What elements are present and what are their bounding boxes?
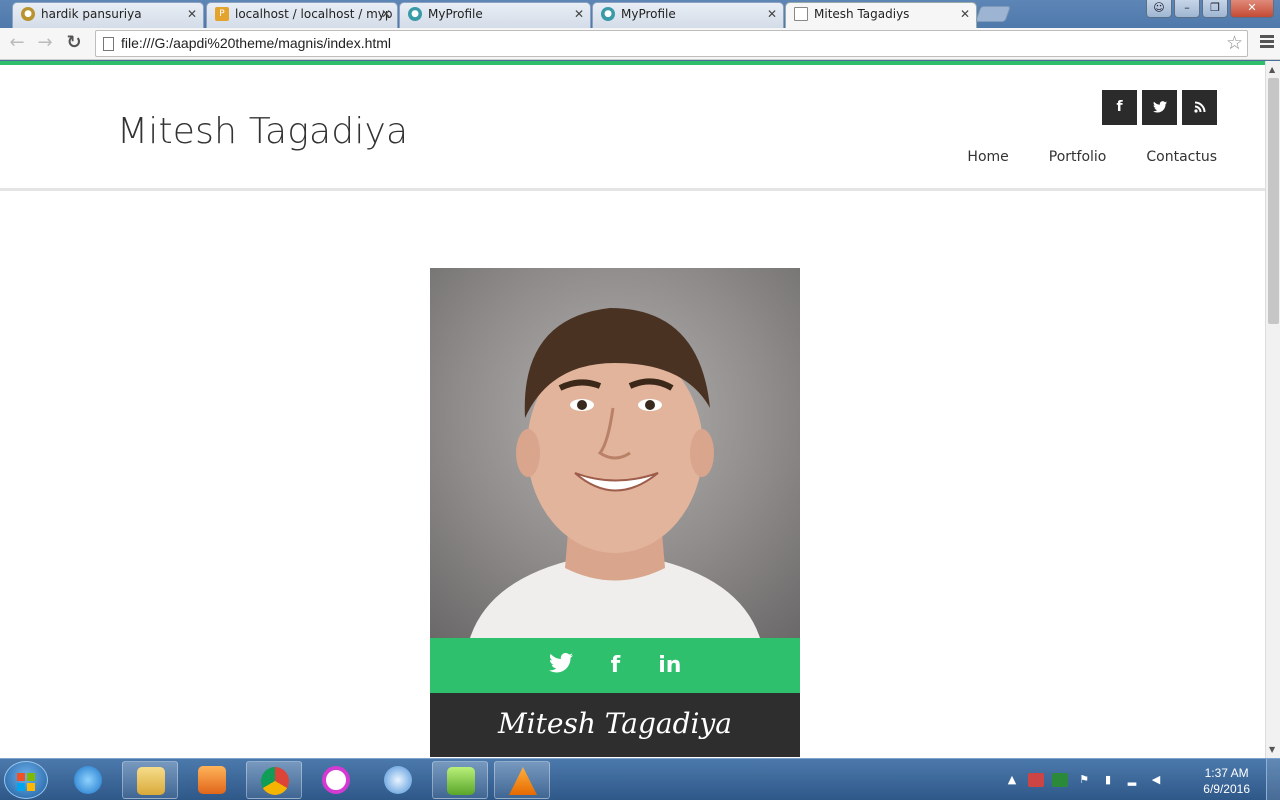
maximize-button[interactable]: ❐ bbox=[1202, 0, 1228, 18]
reload-button[interactable]: ↻ bbox=[62, 32, 86, 56]
taskbar-file-explorer[interactable] bbox=[122, 761, 178, 799]
clock-date: 6/9/2016 bbox=[1203, 782, 1250, 796]
tab-title: MyProfile bbox=[428, 7, 483, 21]
tab-localhost[interactable]: P localhost / localhost / myp ✕ bbox=[206, 2, 398, 28]
volume-icon[interactable]: ◀ bbox=[1148, 773, 1164, 787]
chevron-up-icon[interactable]: ▲ bbox=[1004, 773, 1020, 787]
page-scrollbar[interactable]: ▲ ▼ bbox=[1265, 61, 1280, 758]
taskbar-chrome[interactable] bbox=[246, 761, 302, 799]
page-icon bbox=[103, 37, 114, 51]
network-signal-icon[interactable]: ▂ bbox=[1124, 773, 1140, 787]
chrome-icon bbox=[261, 767, 289, 795]
app-tray-icon[interactable] bbox=[1028, 773, 1044, 787]
tab-title: MyProfile bbox=[621, 7, 676, 21]
taskbar-internet-explorer[interactable] bbox=[60, 761, 116, 799]
browser-tabstrip: ● hardik pansuriya ✕ P localhost / local… bbox=[0, 0, 1280, 29]
chrome-menu-icon[interactable] bbox=[1260, 33, 1274, 53]
linkedin-icon[interactable]: in bbox=[658, 653, 681, 678]
profile-card: f in Mitesh Tagadiya bbox=[430, 268, 800, 757]
nav-contactus[interactable]: Contactus bbox=[1146, 149, 1217, 165]
close-icon[interactable]: ✕ bbox=[960, 3, 970, 25]
facebook-icon[interactable]: f bbox=[1102, 90, 1137, 125]
tab-hardik-pansuriya[interactable]: ● hardik pansuriya ✕ bbox=[12, 2, 204, 28]
tab-title: hardik pansuriya bbox=[41, 7, 142, 21]
power-icon[interactable]: ▮ bbox=[1100, 773, 1116, 787]
nav-home[interactable]: Home bbox=[967, 149, 1008, 165]
card-social-bar: f in bbox=[430, 638, 800, 693]
scrollbar-thumb[interactable] bbox=[1268, 78, 1279, 324]
forward-button[interactable]: → bbox=[33, 32, 57, 56]
user-icon[interactable]: ☺ bbox=[1146, 0, 1172, 18]
header-social-links: f bbox=[1102, 90, 1217, 125]
wamp-tray-icon[interactable] bbox=[1052, 773, 1068, 787]
scroll-down-icon[interactable]: ▼ bbox=[1269, 745, 1275, 754]
tray-icons: ▲ ⚑ ▮ ▂ ◀ bbox=[1004, 773, 1164, 787]
taskbar-vlc[interactable] bbox=[494, 761, 550, 799]
url-text: file:///G:/aapdi%20theme/magnis/index.ht… bbox=[121, 35, 392, 51]
card-name: Mitesh Tagadiya bbox=[430, 693, 800, 757]
windows-taskbar: ▲ ⚑ ▮ ▂ ◀ 1:37 AM 6/9/2016 bbox=[0, 758, 1280, 800]
taskbar-notepad-plus[interactable] bbox=[432, 761, 488, 799]
scroll-up-icon[interactable]: ▲ bbox=[1269, 65, 1275, 74]
rss-icon[interactable] bbox=[1182, 90, 1217, 125]
profile-photo bbox=[430, 268, 800, 638]
folder-icon bbox=[137, 767, 165, 795]
chrome-circle-icon: ● bbox=[21, 7, 35, 21]
site-title[interactable]: Mitesh Tagadiya bbox=[117, 111, 408, 152]
site-header: Mitesh Tagadiya f Home Portfolio Contact… bbox=[0, 65, 1265, 191]
minimize-button[interactable]: – bbox=[1174, 0, 1200, 18]
tab-myprofile-2[interactable]: ● MyProfile ✕ bbox=[592, 2, 784, 28]
back-button[interactable]: ← bbox=[5, 32, 29, 56]
close-icon[interactable]: ✕ bbox=[574, 3, 584, 25]
tab-mitesh-tagadiys[interactable]: Mitesh Tagadiys ✕ bbox=[785, 2, 977, 29]
clock-time: 1:37 AM bbox=[1204, 766, 1249, 780]
phpmyadmin-icon: P bbox=[215, 7, 229, 21]
browser-toolbar: ← → ↻ file:///G:/aapdi%20theme/magnis/in… bbox=[0, 28, 1280, 60]
close-window-button[interactable]: ✕ bbox=[1230, 0, 1274, 18]
address-bar[interactable]: file:///G:/aapdi%20theme/magnis/index.ht… bbox=[95, 30, 1248, 57]
wamp-icon bbox=[322, 766, 350, 794]
internet-explorer-icon bbox=[74, 766, 102, 794]
window-controls: ☺ – ❐ ✕ bbox=[1146, 0, 1274, 18]
twitter-icon[interactable] bbox=[1142, 90, 1177, 125]
globe-icon: ● bbox=[408, 7, 422, 21]
main-nav: Home Portfolio Contactus bbox=[967, 149, 1217, 165]
page-viewport: Mitesh Tagadiya f Home Portfolio Contact… bbox=[0, 61, 1265, 758]
compass-icon bbox=[384, 766, 412, 794]
twitter-icon[interactable] bbox=[548, 652, 573, 679]
show-desktop-button[interactable] bbox=[1266, 759, 1280, 800]
bookmark-star-icon[interactable]: ☆ bbox=[1226, 32, 1243, 54]
vlc-cone-icon bbox=[509, 767, 537, 795]
media-player-icon bbox=[198, 766, 226, 794]
taskbar-wamp[interactable] bbox=[308, 761, 364, 799]
taskbar-safari[interactable] bbox=[370, 761, 426, 799]
globe-icon: ● bbox=[601, 7, 615, 21]
tab-title: Mitesh Tagadiys bbox=[814, 7, 910, 21]
nav-portfolio[interactable]: Portfolio bbox=[1049, 149, 1107, 165]
tab-myprofile-1[interactable]: ● MyProfile ✕ bbox=[399, 2, 591, 28]
new-tab-button[interactable] bbox=[975, 6, 1011, 22]
close-icon[interactable]: ✕ bbox=[767, 3, 777, 25]
tab-title: localhost / localhost / myp bbox=[235, 7, 393, 21]
page-icon bbox=[794, 7, 808, 21]
action-center-flag-icon[interactable]: ⚑ bbox=[1076, 773, 1092, 787]
facebook-icon[interactable]: f bbox=[611, 653, 621, 678]
close-icon[interactable]: ✕ bbox=[187, 3, 197, 25]
taskbar-clock[interactable]: 1:37 AM 6/9/2016 bbox=[1203, 765, 1250, 797]
notepad-icon bbox=[447, 767, 475, 795]
start-button[interactable] bbox=[4, 761, 48, 799]
close-icon[interactable]: ✕ bbox=[381, 3, 391, 25]
taskbar-media-player[interactable] bbox=[184, 761, 240, 799]
